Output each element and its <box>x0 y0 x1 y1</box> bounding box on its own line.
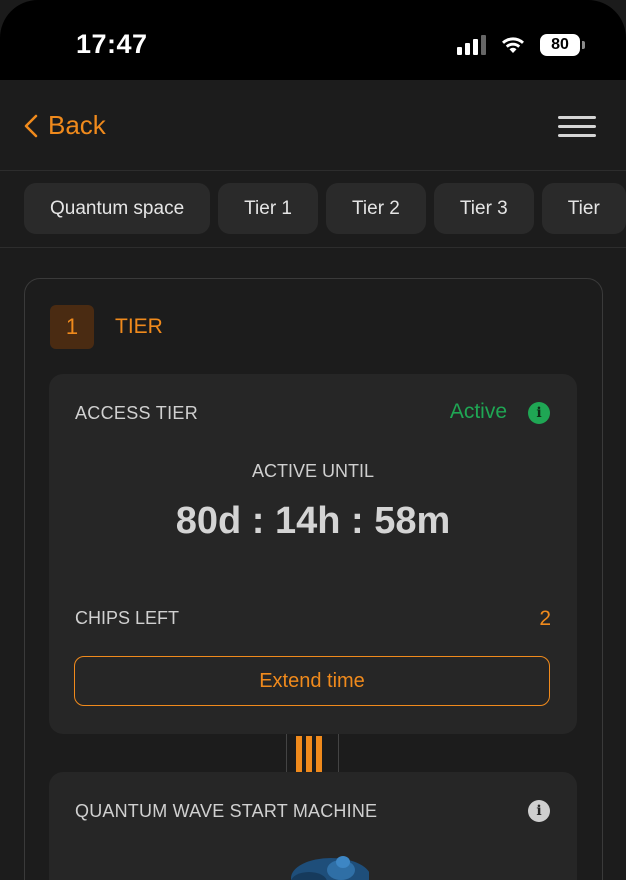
back-label: Back <box>48 110 106 140</box>
chips-left-value: 2 <box>539 607 551 630</box>
machine-title: QUANTUM WAVE START MACHINE <box>75 801 378 821</box>
info-icon[interactable]: i <box>528 800 550 822</box>
status-bar: 17:47 80 <box>0 0 626 80</box>
status-time: 17:47 <box>76 29 148 59</box>
nav-bar: Back <box>0 80 626 171</box>
tier-tabs: Quantum space Tier 1 Tier 2 Tier 3 Tier <box>0 171 626 248</box>
signal-icon <box>457 35 486 55</box>
tab-tier-2[interactable]: Tier 2 <box>326 183 426 234</box>
tab-tier-1[interactable]: Tier 1 <box>218 183 319 234</box>
chips-left-label: CHIPS LEFT <box>75 608 180 628</box>
countdown-timer: 80d : 14h : 58m <box>175 500 451 542</box>
tab-tier-3[interactable]: Tier 3 <box>433 183 534 234</box>
hamburger-menu-icon[interactable] <box>558 116 596 138</box>
extend-time-button[interactable]: Extend time <box>74 656 550 706</box>
tier-number-badge: 1 <box>50 305 94 349</box>
battery-icon: 80 <box>540 34 585 56</box>
status-badge: Active <box>449 400 507 423</box>
tab-tier-4[interactable]: Tier <box>541 183 626 234</box>
connector-icon <box>286 734 340 772</box>
status-icons: 80 <box>457 32 585 58</box>
active-until-label: ACTIVE UNTIL <box>251 461 375 481</box>
wifi-icon <box>502 37 524 53</box>
info-icon[interactable]: i <box>528 402 550 424</box>
machine-card: QUANTUM WAVE START MACHINE i <box>49 772 577 880</box>
back-button[interactable]: Back <box>24 110 106 141</box>
chevron-left-icon <box>24 114 38 137</box>
access-tier-title: ACCESS TIER <box>75 403 198 423</box>
tier-label: TIER <box>115 315 163 338</box>
access-tier-card: ACCESS TIER Active i ACTIVE UNTIL 80d : … <box>49 374 577 734</box>
tab-quantum-space[interactable]: Quantum space <box>24 183 211 234</box>
machine-image-icon <box>291 856 369 880</box>
app-screen: 17:47 80 Back Quantum space Tier 1 Tier … <box>0 0 626 880</box>
